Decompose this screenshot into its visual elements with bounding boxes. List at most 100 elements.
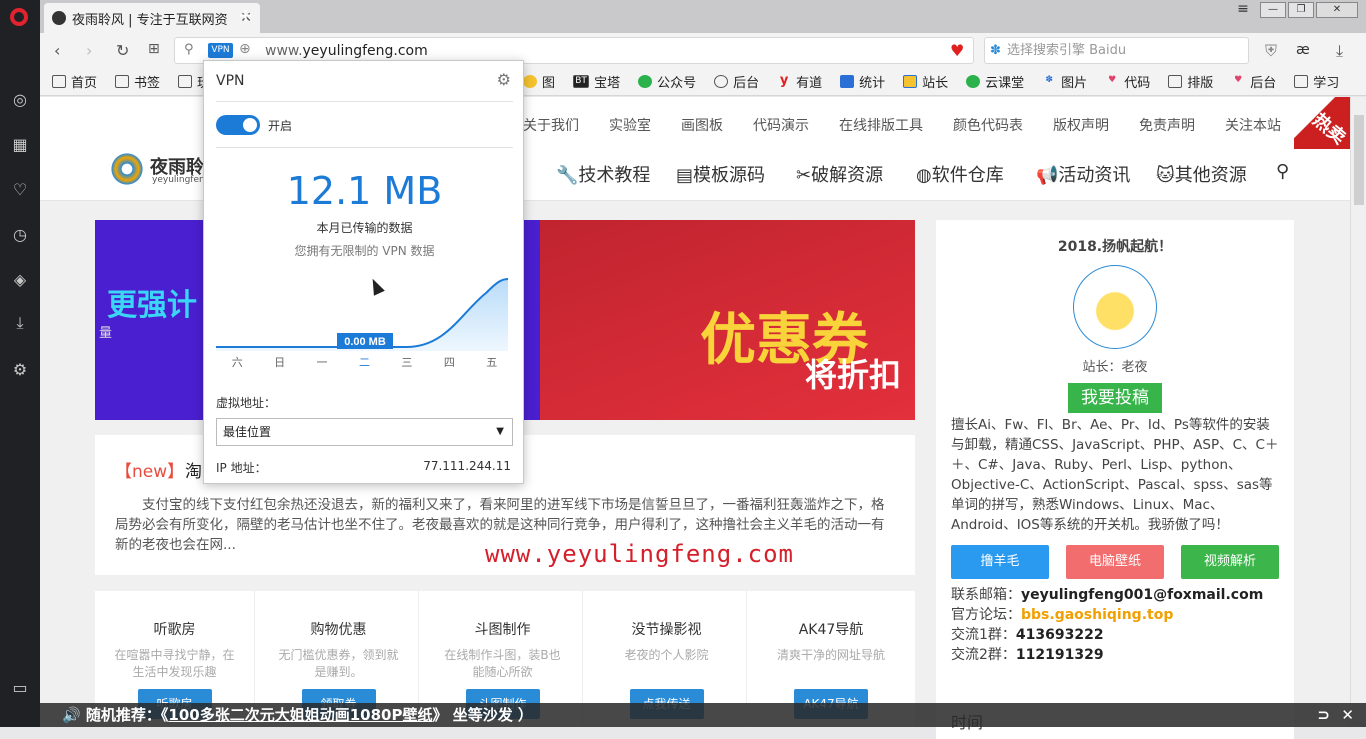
- maximize-button[interactable]: ❐: [1288, 2, 1314, 18]
- adblock-shield-icon[interactable]: ⛨: [1265, 41, 1277, 61]
- folder-icon: [115, 75, 130, 88]
- vpn-popup: VPN ⚙ 开启 12.1 MB 本月已传输的数据 您拥有无限制的 VPN 数据…: [203, 60, 524, 484]
- video-parse-button[interactable]: 视频解析: [1181, 545, 1279, 579]
- vpn-toggle[interactable]: [216, 115, 260, 135]
- new-badge: 【new】: [115, 462, 185, 482]
- article-title[interactable]: 淘: [185, 457, 202, 482]
- minimize-button[interactable]: —: [1260, 2, 1286, 18]
- group2-row: 交流2群：112191329: [951, 647, 1104, 663]
- close-window-button[interactable]: ✕: [1316, 2, 1358, 18]
- youdao-icon: y: [779, 73, 789, 88]
- bookmark-item[interactable]: 统计: [840, 72, 885, 91]
- bookmark-item[interactable]: 图: [523, 72, 555, 91]
- dropdown-arrow-icon: ▼: [496, 426, 504, 437]
- settings-icon[interactable]: ⚙: [10, 360, 30, 380]
- top-link[interactable]: 免责声明: [1139, 115, 1195, 135]
- camera-icon[interactable]: ◎: [10, 90, 30, 110]
- search-icon[interactable]: ⚲: [1276, 161, 1289, 182]
- bookmark-item[interactable]: 后台: [714, 72, 759, 91]
- wallpaper-button[interactable]: 电脑壁纸: [1066, 545, 1164, 579]
- rss-icon[interactable]: ⊃: [1317, 703, 1330, 727]
- back-icon[interactable]: ‹: [54, 41, 60, 60]
- nav-templates[interactable]: ▤模板源码: [676, 161, 765, 187]
- bookmark-item[interactable]: ✽ 图片: [1042, 72, 1087, 91]
- top-link[interactable]: 颜色代码表: [953, 115, 1023, 135]
- bookmark-heart-icon[interactable]: ♥: [950, 41, 964, 60]
- forward-icon[interactable]: ›: [86, 41, 92, 60]
- opera-sidebar: ◎ ▦ ♡ ◷ ◈ ⤓ ⚙ ▭: [0, 0, 40, 727]
- vpn-unlimited-note: 您拥有无限制的 VPN 数据: [294, 244, 435, 258]
- submit-article-button[interactable]: 我要投稿: [1068, 383, 1162, 413]
- top-link[interactable]: 画图板: [681, 115, 723, 135]
- nav-cracked[interactable]: ✂破解资源: [796, 161, 883, 187]
- image-icon: [523, 75, 538, 88]
- scroll-thumb[interactable]: [1354, 115, 1364, 205]
- vpn-badge[interactable]: VPN: [208, 43, 233, 58]
- card-title: 斗图制作: [474, 622, 531, 638]
- baidu-paw-icon: ✽: [990, 43, 1001, 58]
- vpn-toggle-label: 开启: [268, 119, 293, 133]
- nav-tutorials[interactable]: 🔧技术教程: [556, 161, 650, 187]
- bookmark-item[interactable]: ♥ 代码: [1105, 72, 1150, 91]
- top-link[interactable]: 在线排版工具: [839, 115, 923, 135]
- email-value[interactable]: yeyulingfeng001@foxmail.com: [1021, 587, 1263, 603]
- ae-extension-icon[interactable]: æ: [1296, 42, 1310, 58]
- opera-logo-icon[interactable]: [10, 8, 28, 26]
- card-desc: 清爽干净的网址导航: [776, 648, 885, 662]
- card-desc: 老夜的个人影院: [624, 648, 709, 662]
- recommend-ticker: 🔊 随机推荐：《100多张二次元大姐姐动画1080P壁纸》 坐等沙发 ） ⊃ ✕: [40, 703, 1366, 727]
- downloads-icon[interactable]: ⤓: [1336, 41, 1343, 61]
- sidebar-toggle-icon[interactable]: ▭: [10, 678, 30, 698]
- sidebar-description: 擅长Ai、Fw、Fl、Br、Ae、Pr、Id、Ps等软件的安装与卸载，精通CSS…: [951, 417, 1279, 533]
- bookmark-item[interactable]: 排版: [1168, 72, 1213, 91]
- tab-active[interactable]: 夜雨聆风 | 专注于互联网资 ✕: [44, 3, 260, 33]
- new-tab-button[interactable]: +: [238, 5, 253, 26]
- top-link[interactable]: 实验室: [609, 115, 651, 135]
- card-desc: 在线制作斗图，装B也能随心所欲: [444, 648, 561, 679]
- group1-row: 交流1群：413693222: [951, 627, 1104, 643]
- weekday: 日: [274, 356, 286, 369]
- nav-events[interactable]: 📢活动资讯: [1036, 161, 1130, 187]
- virtual-location-select[interactable]: 最佳位置 ▼: [216, 418, 513, 446]
- bookmark-item[interactable]: 首页: [52, 72, 97, 91]
- author-sidebar: 2018.扬帆起航！ 站长：老夜 我要投稿 擅长Ai、Fw、Fl、Br、Ae、P…: [936, 220, 1294, 700]
- reload-icon[interactable]: ↻: [116, 41, 129, 60]
- search-input[interactable]: ✽ 选择搜索引擎 Baidu: [984, 37, 1249, 64]
- bt-icon: BT: [573, 75, 590, 88]
- banner-slide-right: 优惠券 将折扣: [540, 220, 915, 420]
- top-link[interactable]: 关注本站: [1225, 115, 1281, 135]
- close-ticker-icon[interactable]: ✕: [1341, 703, 1354, 727]
- tab-menu-icon[interactable]: ≡: [1230, 2, 1256, 18]
- page-icon: [52, 75, 66, 88]
- nav-other[interactable]: 🐱其他资源: [1156, 161, 1247, 187]
- extensions-cube-icon[interactable]: ◈: [10, 270, 30, 290]
- bookmark-item[interactable]: 学习: [1294, 72, 1339, 91]
- top-link[interactable]: 版权声明: [1053, 115, 1109, 135]
- bookmark-item[interactable]: 公众号: [638, 72, 696, 91]
- history-icon[interactable]: ◷: [10, 225, 30, 245]
- ticker-link[interactable]: 100多张二次元大姐姐动画1080P壁纸: [168, 706, 432, 724]
- bookmark-item[interactable]: BT 宝塔: [573, 72, 620, 91]
- banner-left-sub: 量: [99, 326, 113, 341]
- bookmark-item[interactable]: 站长: [903, 72, 948, 91]
- top-link[interactable]: 关于我们: [523, 115, 579, 135]
- cloud-class-icon: [966, 75, 981, 88]
- top-link[interactable]: 代码演示: [753, 115, 809, 135]
- bookmark-item[interactable]: 云课堂: [966, 72, 1024, 91]
- heart-icon[interactable]: ♡: [10, 180, 30, 200]
- sidebar-role: 站长：老夜: [1082, 360, 1148, 375]
- key-icon: ⚲: [184, 42, 194, 57]
- nav-software[interactable]: ◍软件仓库: [916, 161, 1004, 187]
- tabs-grid-icon[interactable]: ⊞: [148, 41, 160, 57]
- bookmark-item[interactable]: ♥ 后台: [1231, 72, 1276, 91]
- speed-dial-icon[interactable]: ▦: [10, 135, 30, 155]
- bookmark-item[interactable]: 书签: [115, 72, 160, 91]
- forum-link[interactable]: bbs.gaoshiqing.top: [1021, 607, 1173, 623]
- bookmark-item[interactable]: y 有道: [777, 72, 822, 91]
- sidebar-title: 2018.扬帆起航！: [1057, 239, 1173, 255]
- coupon-button[interactable]: 撸羊毛: [951, 545, 1049, 579]
- page-scrollbar[interactable]: [1350, 97, 1366, 703]
- site-logo-icon[interactable]: [108, 152, 146, 186]
- download-icon[interactable]: ⤓: [10, 313, 30, 333]
- settings-gear-icon[interactable]: ⚙: [497, 70, 511, 89]
